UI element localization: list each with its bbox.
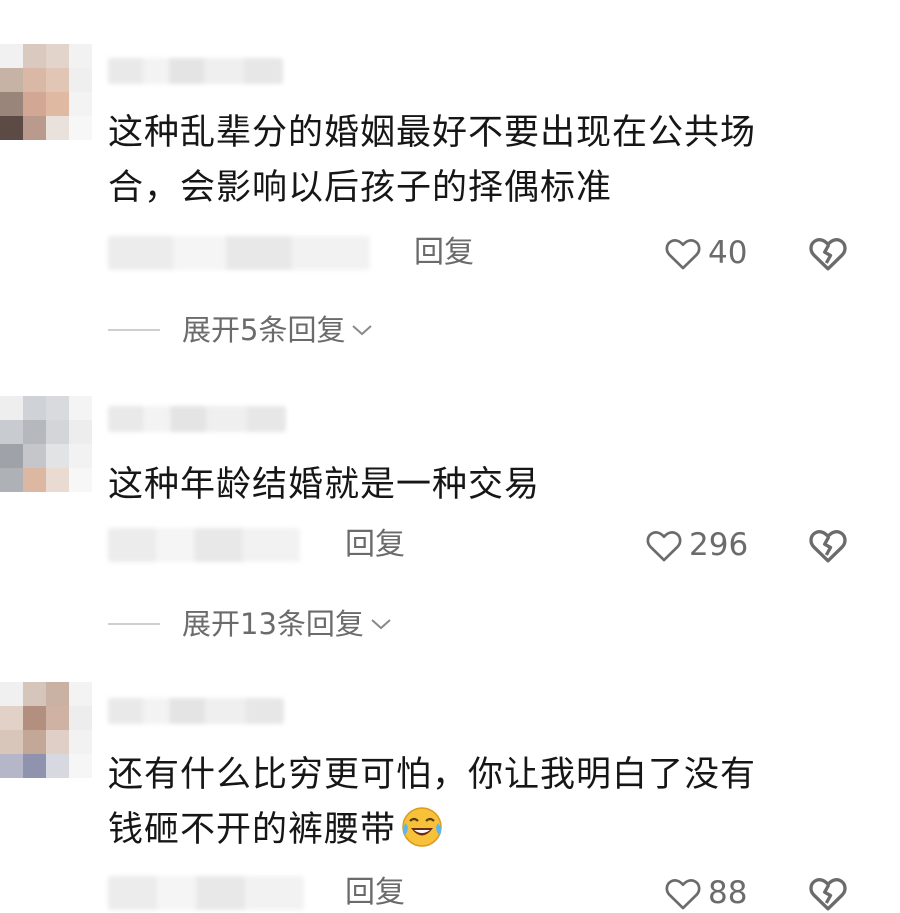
comment-meta <box>108 236 370 270</box>
avatar[interactable] <box>0 396 92 492</box>
avatar[interactable] <box>0 682 92 778</box>
broken-heart-icon[interactable] <box>808 233 848 273</box>
like-count: 88 <box>708 875 748 911</box>
comment-text-line: 合，会影响以后孩子的择偶标准 <box>108 168 613 208</box>
like-button[interactable]: 40 <box>664 233 747 273</box>
username[interactable] <box>108 58 283 84</box>
username[interactable] <box>108 406 286 432</box>
comment-text-line: 这种乱辈分的婚姻最好不要出现在公共场 <box>108 113 757 153</box>
comment-text-line: 还有什么比穷更可怕，你让我明白了没有 <box>108 755 757 795</box>
divider-line <box>108 329 160 331</box>
expand-replies[interactable]: 展开13条回复 <box>108 604 392 644</box>
broken-heart-icon[interactable] <box>808 525 848 565</box>
like-button[interactable]: 88 <box>664 873 747 913</box>
comment-item: 还有什么比穷更可怕，你让我明白了没有 钱砸不开的裤腰带 回复 88 <box>0 670 900 911</box>
comment-text-line: 钱砸不开的裤腰带 <box>108 803 838 858</box>
divider-line <box>108 623 160 625</box>
expand-label: 展开5条回复 <box>182 313 346 347</box>
like-count: 40 <box>708 235 748 271</box>
laughing-crying-emoji-icon <box>402 807 442 847</box>
chevron-down-icon <box>371 619 391 630</box>
heart-outline-icon <box>665 879 701 910</box>
reply-button[interactable]: 回复 <box>414 233 474 273</box>
comment-text: 还有什么比穷更可怕，你让我明白了没有 钱砸不开的裤腰带 <box>108 748 838 858</box>
broken-heart-icon[interactable] <box>808 873 848 913</box>
heart-outline-icon <box>646 531 682 562</box>
like-count: 296 <box>689 527 749 563</box>
comment-text: 这种年龄结婚就是一种交易 <box>108 458 838 513</box>
username[interactable] <box>108 698 284 724</box>
chevron-down-icon <box>352 325 373 336</box>
comment-meta <box>108 876 304 910</box>
comment-text-line: 这种年龄结婚就是一种交易 <box>108 465 541 505</box>
expand-replies[interactable]: 展开5条回复 <box>108 310 373 350</box>
comment-text: 这种乱辈分的婚姻最好不要出现在公共场 合，会影响以后孩子的择偶标准 <box>108 106 838 216</box>
comment-item: 这种乱辈分的婚姻最好不要出现在公共场 合，会影响以后孩子的择偶标准 回复 40 … <box>0 0 900 370</box>
comment-item: 这种年龄结婚就是一种交易 回复 296 展开13条回复 <box>0 370 900 670</box>
expand-label: 展开13条回复 <box>182 607 364 641</box>
comment-meta <box>108 528 300 562</box>
reply-button[interactable]: 回复 <box>345 873 405 913</box>
reply-button[interactable]: 回复 <box>345 525 405 565</box>
like-button[interactable]: 296 <box>645 525 748 565</box>
avatar[interactable] <box>0 44 92 140</box>
heart-outline-icon <box>665 239 701 270</box>
comment-text-fragment: 钱砸不开的裤腰带 <box>108 810 397 850</box>
